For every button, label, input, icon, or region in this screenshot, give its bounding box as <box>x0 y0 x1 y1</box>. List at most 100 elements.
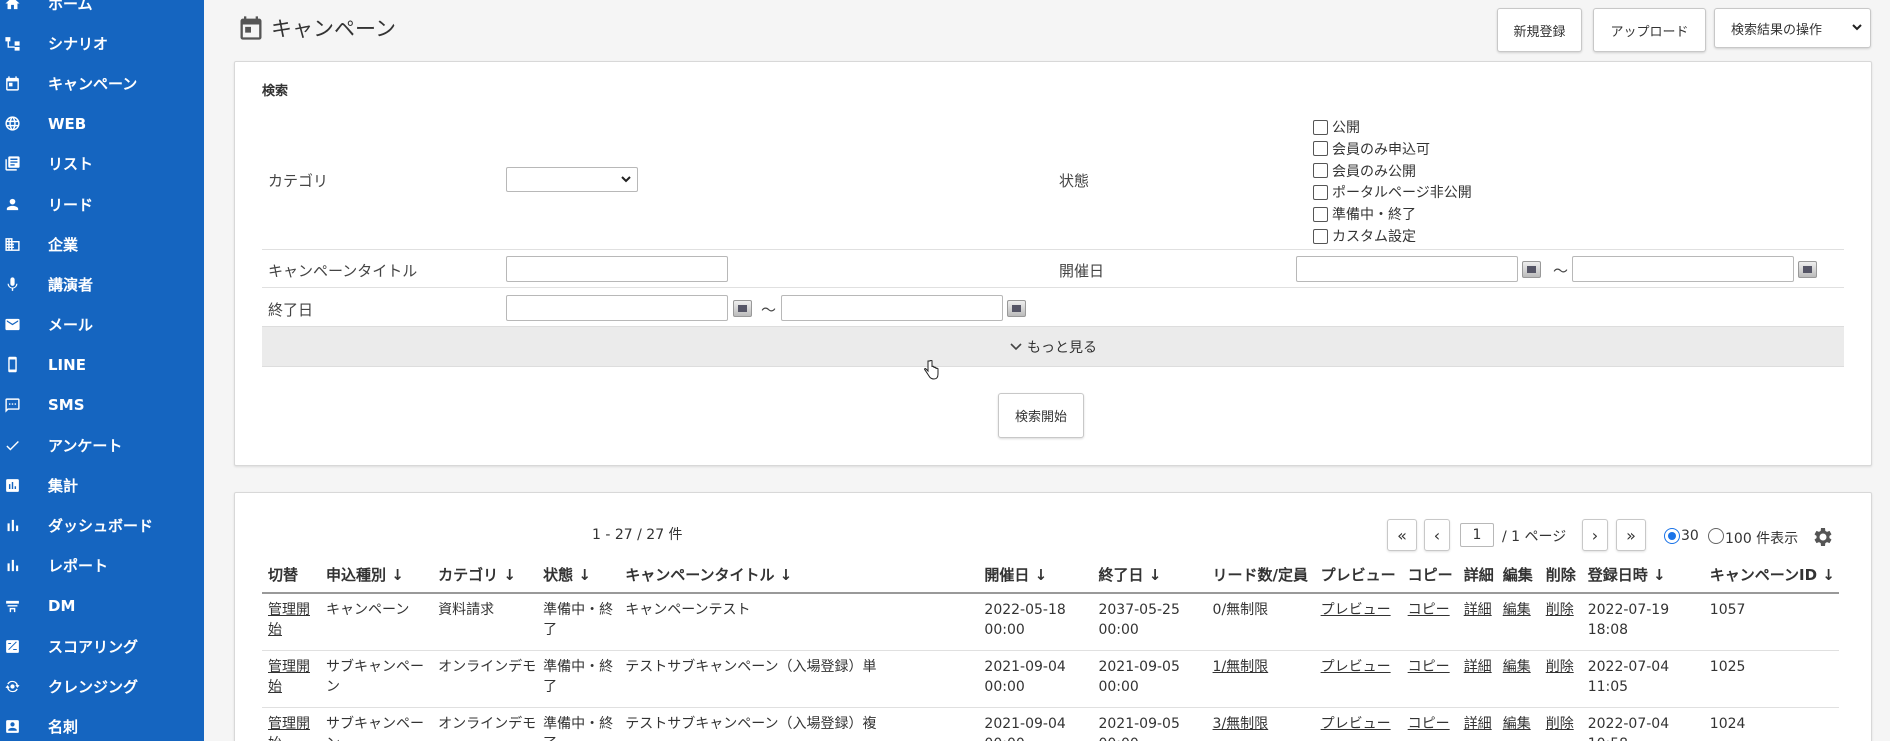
checkbox-box[interactable] <box>1313 206 1328 222</box>
preview-link[interactable]: プレビュー <box>1321 659 1391 675</box>
next-page-button[interactable]: › <box>1582 519 1608 551</box>
detail-link[interactable]: 詳細 <box>1464 602 1492 618</box>
bulk-action-select[interactable]: 検索結果の操作 <box>1714 8 1871 48</box>
last-page-button[interactable]: » <box>1616 519 1646 551</box>
upload-button[interactable]: アップロード <box>1593 8 1706 52</box>
copy-link[interactable]: コピー <box>1408 716 1450 732</box>
campaign-title-input[interactable] <box>506 256 728 282</box>
sidebar-item[interactable]: ダッシュボード <box>0 507 204 545</box>
per-page-100-radio[interactable] <box>1708 528 1724 544</box>
sidebar-item[interactable]: 企業 <box>0 225 204 263</box>
cell-switch: 管理開始 <box>262 650 321 708</box>
status-checkbox[interactable]: 会員のみ公開 <box>1313 161 1416 181</box>
event-date-from-input[interactable] <box>1296 256 1518 282</box>
switch-link[interactable]: 管理開始 <box>268 659 310 695</box>
sidebar-item[interactable]: リスト <box>0 145 204 183</box>
sidebar-item[interactable]: アンケート <box>0 426 204 464</box>
leads-link[interactable]: 3/無制限 <box>1213 716 1269 732</box>
column-header[interactable]: キャンペーンタイトル ↓ <box>619 557 979 594</box>
cleansing-icon <box>3 677 21 695</box>
calendar-picker-icon[interactable] <box>1522 261 1541 278</box>
cell-start: 2021-09-04 00:00 <box>978 650 1093 708</box>
sidebar-item[interactable]: シナリオ <box>0 24 204 62</box>
status-checkbox[interactable]: ポータルページ非公開 <box>1313 182 1472 202</box>
sidebar-item[interactable]: WEB <box>0 105 204 143</box>
checkbox-box[interactable] <box>1313 163 1328 179</box>
prev-page-button[interactable]: ‹ <box>1424 519 1450 551</box>
column-header[interactable]: 終了日 ↓ <box>1092 557 1207 594</box>
sidebar-item-label: リスト <box>48 155 94 174</box>
delete-link[interactable]: 削除 <box>1546 602 1574 618</box>
delete-link[interactable]: 削除 <box>1546 716 1574 732</box>
detail-link[interactable]: 詳細 <box>1464 659 1492 675</box>
cell-created: 2022-07-04 11:05 <box>1581 650 1704 708</box>
leads-link[interactable]: 1/無制限 <box>1213 659 1269 675</box>
gear-icon[interactable] <box>1810 525 1834 549</box>
status-text: 準備中・終了 <box>543 658 614 695</box>
page-number-input[interactable]: 1 <box>1460 523 1494 547</box>
edit-link[interactable]: 編集 <box>1503 602 1531 618</box>
sidebar-item[interactable]: SMS <box>0 386 204 424</box>
status-checkbox[interactable]: 会員のみ申込可 <box>1313 139 1430 159</box>
copy-link[interactable]: コピー <box>1408 659 1450 675</box>
sidebar-item[interactable]: DM <box>0 587 204 625</box>
category-text: オンラインデモ <box>438 715 537 732</box>
sidebar-item[interactable]: 講演者 <box>0 265 204 303</box>
sidebar-item[interactable]: レポート <box>0 547 204 585</box>
end-date-to-input[interactable] <box>781 295 1003 321</box>
cell-leads: 1/無制限 <box>1206 650 1315 708</box>
sidebar-item-label: 集計 <box>48 476 79 495</box>
detail-link[interactable]: 詳細 <box>1464 716 1492 732</box>
preview-link[interactable]: プレビュー <box>1321 602 1391 618</box>
per-page-30-radio[interactable] <box>1664 528 1680 544</box>
switch-link[interactable]: 管理開始 <box>268 602 310 638</box>
sidebar-item[interactable]: クレンジング <box>0 667 204 705</box>
sidebar-item[interactable]: ホーム <box>0 0 204 22</box>
sidebar-item[interactable]: 集計 <box>0 466 204 504</box>
end-date-from-input[interactable] <box>506 295 728 321</box>
event-date-label: 開催日 <box>1059 262 1105 280</box>
copy-link[interactable]: コピー <box>1408 602 1450 618</box>
status-checkbox[interactable]: カスタム設定 <box>1313 226 1416 246</box>
sidebar-item[interactable]: スコアリング <box>0 627 204 665</box>
sidebar-item[interactable]: リード <box>0 185 204 223</box>
checkbox-box[interactable] <box>1313 228 1328 244</box>
edit-link[interactable]: 編集 <box>1503 716 1531 732</box>
show-more-toggle[interactable]: もっと見る <box>262 326 1844 367</box>
column-header[interactable]: 申込種別 ↓ <box>320 557 433 594</box>
cell-switch: 管理開始 <box>262 707 321 741</box>
edit-link[interactable]: 編集 <box>1503 659 1531 675</box>
business-card-icon <box>3 718 21 736</box>
checkbox-box[interactable] <box>1313 184 1328 200</box>
category-select[interactable] <box>506 167 638 192</box>
sidebar-item[interactable]: 名刺 <box>0 708 204 741</box>
column-header[interactable]: キャンペーンID ↓ <box>1703 557 1839 594</box>
event-date-to-input[interactable] <box>1572 256 1794 282</box>
sidebar-item[interactable]: LINE <box>0 346 204 384</box>
switch-link[interactable]: 管理開始 <box>268 716 310 741</box>
calendar-picker-icon[interactable] <box>733 300 752 317</box>
cell-type: サブキャンペーン <box>320 650 433 708</box>
column-header[interactable]: 状態 ↓ <box>537 557 620 594</box>
status-checkbox[interactable]: 準備中・終了 <box>1313 204 1416 224</box>
status-checkbox[interactable]: 公開 <box>1313 117 1360 137</box>
column-header[interactable]: 登録日時 ↓ <box>1581 557 1704 594</box>
sidebar-item-label: SMS <box>48 396 85 414</box>
cell-category: オンラインデモ <box>432 707 538 741</box>
preview-link[interactable]: プレビュー <box>1321 716 1391 732</box>
delete-link[interactable]: 削除 <box>1546 659 1574 675</box>
search-start-button[interactable]: 検索開始 <box>998 393 1084 438</box>
cell-delete: 削除 <box>1539 707 1582 741</box>
calendar-picker-icon[interactable] <box>1798 261 1817 278</box>
checkbox-box[interactable] <box>1313 119 1328 135</box>
sidebar-item[interactable]: キャンペーン <box>0 64 204 102</box>
first-page-button[interactable]: « <box>1387 519 1417 551</box>
end-date-label: 終了日 <box>268 301 314 319</box>
column-header[interactable]: カテゴリ ↓ <box>432 557 538 594</box>
bar-chart-icon <box>3 476 21 494</box>
column-header[interactable]: 開催日 ↓ <box>978 557 1093 594</box>
checkbox-box[interactable] <box>1313 141 1328 157</box>
sidebar-item[interactable]: メール <box>0 306 204 344</box>
calendar-picker-icon[interactable] <box>1007 300 1026 317</box>
new-register-button[interactable]: 新規登録 <box>1497 8 1582 52</box>
